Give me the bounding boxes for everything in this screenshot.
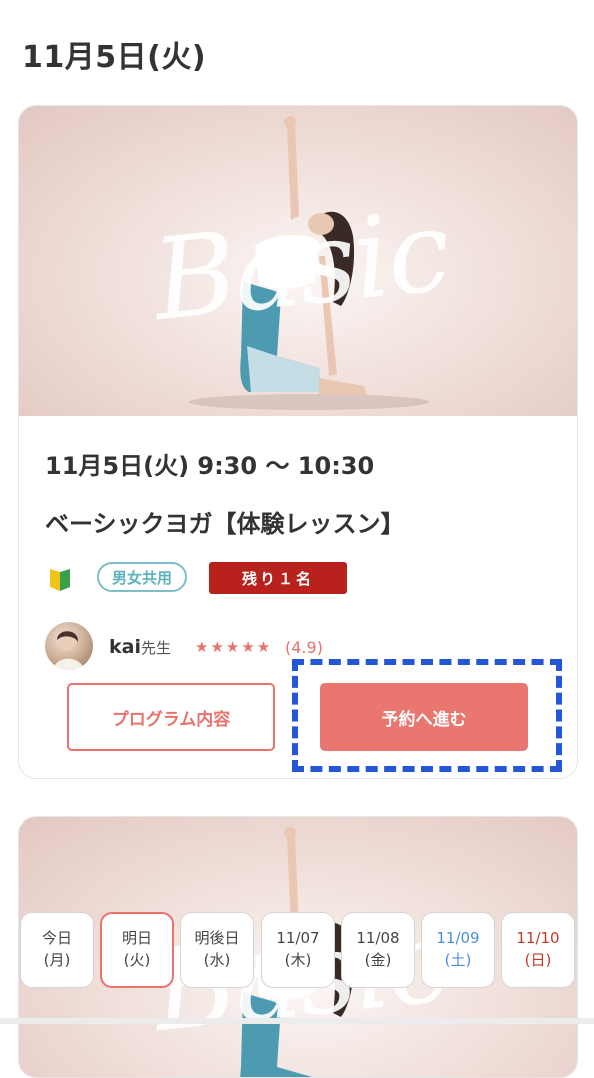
star-rating-icons: ★★★★★ bbox=[195, 638, 273, 656]
teacher-suffix: 先生 bbox=[140, 639, 171, 657]
lesson-hero-image: Basic bbox=[19, 106, 577, 416]
day-tab-today[interactable]: 今日 (月) bbox=[20, 912, 94, 988]
day-tab-label: 明後日 bbox=[194, 929, 240, 948]
page-date-heading: 11月5日(火) bbox=[22, 40, 207, 75]
day-tab-label: 明日 bbox=[121, 929, 152, 948]
day-tab-1108[interactable]: 11/08 (金) bbox=[341, 912, 415, 988]
bottom-safe-area bbox=[0, 1018, 594, 1024]
day-tab-weekday: (金) bbox=[364, 951, 392, 969]
day-tab-label: 11/07 bbox=[276, 929, 320, 948]
teacher-name-text: kai bbox=[109, 636, 141, 658]
day-tab-label: 今日 bbox=[41, 929, 72, 948]
day-tab-label: 11/09 bbox=[436, 929, 480, 948]
day-tab-weekday: (日) bbox=[524, 951, 552, 969]
day-selector: 今日 (月) 明日 (火) 明後日 (水) 11/07 (木) 11/08 (金… bbox=[0, 912, 594, 992]
day-tab-1109[interactable]: 11/09 (土) bbox=[421, 912, 495, 988]
teacher-avatar bbox=[45, 622, 93, 670]
day-tab-1110[interactable]: 11/10 (日) bbox=[501, 912, 575, 988]
day-tab-tomorrow[interactable]: 明日 (火) bbox=[100, 912, 174, 988]
day-tab-weekday: (木) bbox=[284, 951, 312, 969]
day-tab-weekday: (土) bbox=[444, 951, 472, 969]
day-tab-label: 11/10 bbox=[516, 929, 560, 948]
lesson-title: ベーシックヨガ【体験レッスン】 bbox=[45, 510, 405, 538]
day-tab-day-after-tomorrow[interactable]: 明後日 (水) bbox=[180, 912, 254, 988]
day-tab-label: 11/08 bbox=[356, 929, 400, 948]
day-tab-1107[interactable]: 11/07 (木) bbox=[261, 912, 335, 988]
day-tab-weekday: (水) bbox=[203, 951, 231, 969]
teacher-name[interactable]: kai先生 bbox=[109, 636, 171, 658]
day-tab-weekday: (火) bbox=[123, 951, 151, 969]
beginner-mark-icon bbox=[49, 569, 71, 597]
gender-badge: 男女共用 bbox=[97, 562, 187, 592]
program-details-button[interactable]: プログラム内容 bbox=[67, 683, 275, 751]
reserve-button-highlight bbox=[292, 659, 562, 772]
day-tab-weekday: (月) bbox=[43, 951, 71, 969]
rating-score: (4.9) bbox=[285, 638, 323, 657]
remaining-seats-badge: 残り１名 bbox=[209, 562, 347, 594]
lesson-time: 11月5日(火) 9:30 〜 10:30 bbox=[45, 452, 375, 480]
